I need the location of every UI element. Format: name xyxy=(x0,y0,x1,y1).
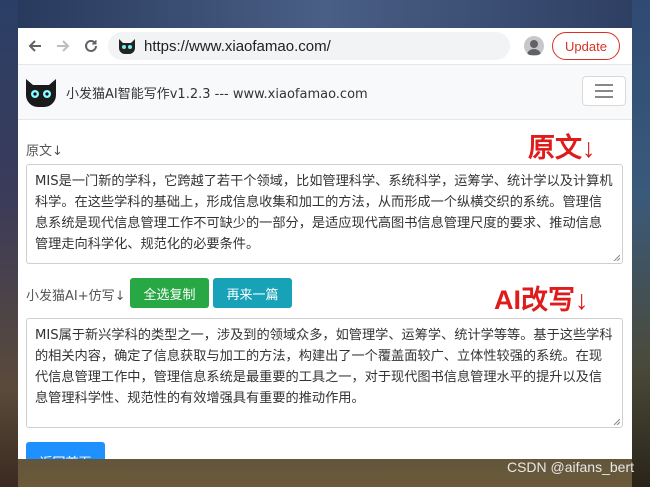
copy-all-button[interactable]: 全选复制 xyxy=(130,278,209,308)
back-arrow-icon[interactable] xyxy=(24,35,46,57)
back-home-button[interactable]: 返回首页 xyxy=(26,442,105,459)
generate-another-button[interactable]: 再来一篇 xyxy=(213,278,292,308)
forward-arrow-icon[interactable] xyxy=(52,35,74,57)
url-text: https://www.xiaofamao.com/ xyxy=(144,37,331,55)
address-bar[interactable]: https://www.xiaofamao.com/ xyxy=(108,32,510,60)
background-top xyxy=(0,0,650,28)
menu-toggle-button[interactable] xyxy=(582,76,626,106)
original-text: MIS是一门新的学科，它跨越了若干个领域，比如管理科学、系统科学，运筹学、统计学… xyxy=(35,174,613,252)
rewrite-label: 小发猫AI+仿写↓ xyxy=(26,289,126,304)
original-annotation: 原文↓ xyxy=(528,133,596,163)
resize-handle-icon[interactable] xyxy=(613,254,620,261)
watermark: CSDN @aifans_bert xyxy=(506,459,634,475)
update-button[interactable]: Update xyxy=(552,32,620,60)
menu-bar-icon xyxy=(595,84,613,86)
rewrite-annotation: AI改写↓ xyxy=(494,285,589,315)
background-left xyxy=(0,0,18,487)
menu-bar-icon xyxy=(595,90,613,92)
background-right xyxy=(632,0,650,487)
original-textarea[interactable]: MIS是一门新的学科，它跨越了若干个领域，比如管理科学、系统科学，运筹学、统计学… xyxy=(26,164,623,264)
site-favicon-icon xyxy=(119,39,135,54)
resize-handle-icon[interactable] xyxy=(613,418,620,425)
app-brand: 小发猫AI智能写作v1.2.3 --- www.xiaofamao.com xyxy=(66,86,368,102)
app-navbar: 小发猫AI智能写作v1.2.3 --- www.xiaofamao.com xyxy=(18,64,632,120)
rewrite-textarea[interactable]: MIS属于新兴学科的类型之一，涉及到的领域众多，如管理学、运筹学、统计学等等。基… xyxy=(26,318,623,428)
reload-icon[interactable] xyxy=(80,35,102,57)
original-label: 原文↓ xyxy=(26,144,63,159)
browser-window: https://www.xiaofamao.com/ Update 小发猫AI智… xyxy=(18,28,632,459)
menu-bar-icon xyxy=(595,96,613,98)
rewrite-text: MIS属于新兴学科的类型之一，涉及到的领域众多，如管理学、运筹学、统计学等等。基… xyxy=(35,328,613,406)
browser-toolbar: https://www.xiaofamao.com/ Update xyxy=(18,28,632,64)
cat-logo-icon xyxy=(26,79,56,107)
profile-avatar-icon[interactable] xyxy=(524,36,544,56)
